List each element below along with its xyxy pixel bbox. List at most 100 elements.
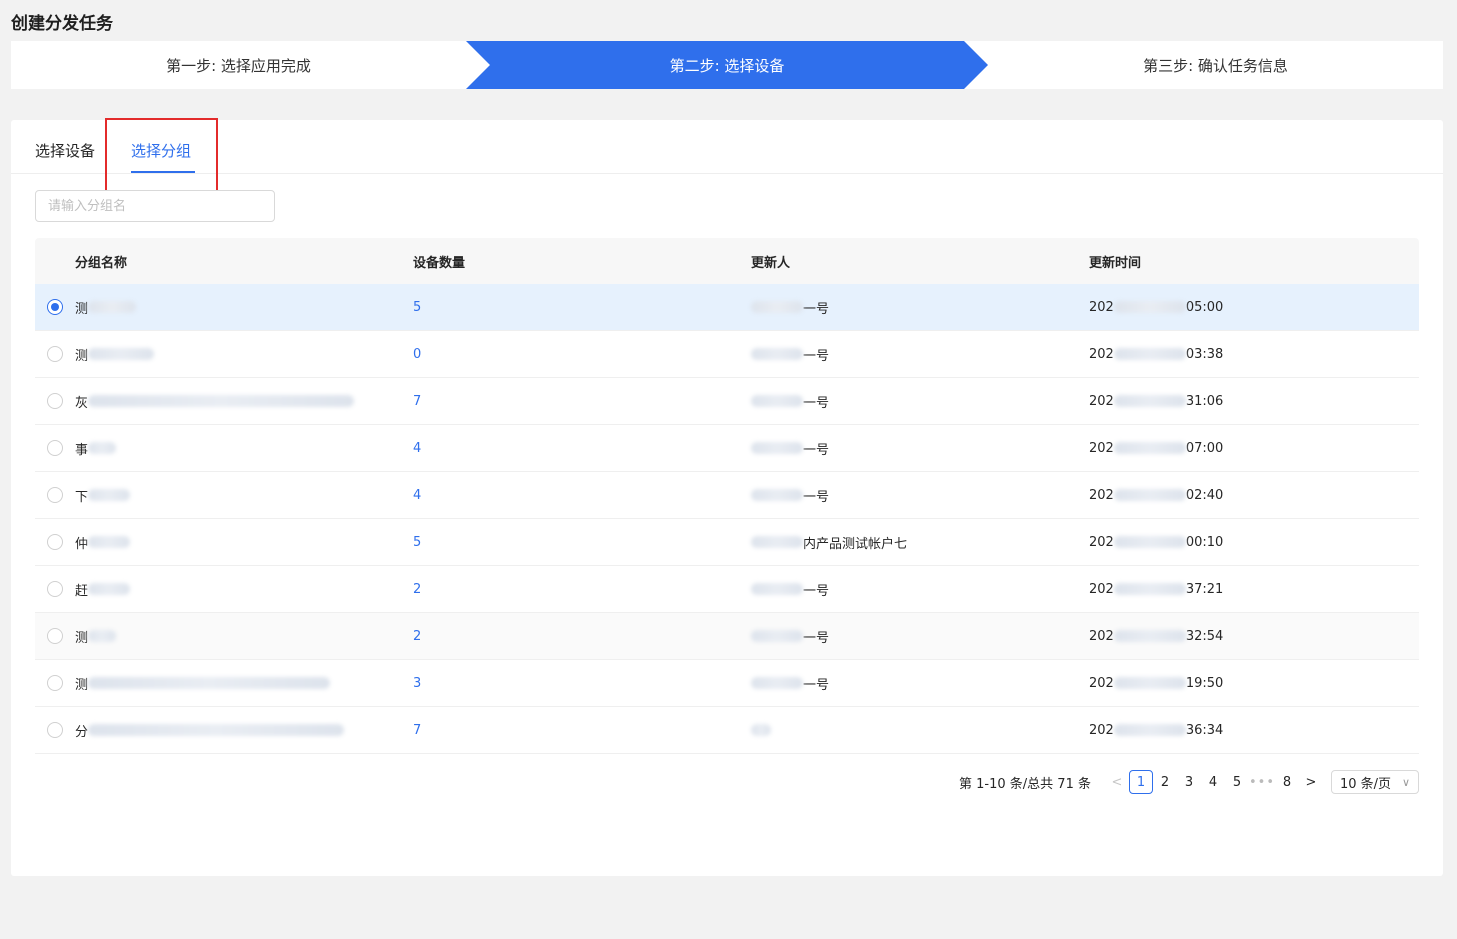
tab-select-devices[interactable]: 选择设备	[35, 140, 95, 161]
device-count-link[interactable]: 3	[413, 676, 421, 691]
redacted-text	[1113, 395, 1186, 407]
row-radio-button[interactable]	[47, 534, 63, 550]
row-group-name-text: 事	[75, 442, 89, 458]
row-updater: 一号	[751, 580, 1089, 599]
device-count-link[interactable]: 7	[413, 394, 421, 409]
pagination-next-button[interactable]: >	[1299, 770, 1323, 794]
page-size-value: 10 条/页	[1340, 776, 1392, 792]
row-radio-button[interactable]	[47, 722, 63, 738]
redacted-text	[751, 395, 803, 407]
row-updater	[751, 724, 1089, 736]
row-device-count: 4	[413, 488, 751, 503]
row-select-cell	[35, 628, 75, 644]
row-select-cell	[35, 393, 75, 409]
row-update-time: 202 03:38	[1089, 347, 1419, 362]
row-updater-text: 一号	[803, 630, 830, 646]
row-select-cell	[35, 487, 75, 503]
pagination-page-1[interactable]: 1	[1128, 770, 1153, 794]
pagination-page-last[interactable]: 8	[1275, 770, 1299, 794]
row-update-time: 202 02:40	[1089, 488, 1419, 503]
group-name-search-input[interactable]	[35, 190, 275, 222]
page-size-select[interactable]: 10 条/页 ∨	[1331, 770, 1419, 794]
row-radio-button[interactable]	[47, 440, 63, 456]
row-select-cell	[35, 346, 75, 362]
table-row[interactable]: 测 0 一号 202 03:38	[35, 331, 1419, 378]
pagination-total: 第 1-10 条/总共 71 条	[959, 776, 1091, 792]
row-updater: 一号	[751, 345, 1089, 364]
row-group-name: 测	[75, 674, 413, 693]
table-row[interactable]: 事 4 一号 202 07:00	[35, 425, 1419, 472]
row-updater: 内产品测试帐户七	[751, 533, 1089, 552]
row-group-name: 事	[75, 439, 413, 458]
row-group-name: 分	[75, 721, 413, 740]
device-count-link[interactable]: 4	[413, 488, 421, 503]
row-radio-button[interactable]	[47, 675, 63, 691]
redacted-text	[751, 536, 803, 548]
row-group-name-text: 测	[75, 630, 89, 646]
row-time-suffix: 19:50	[1185, 675, 1224, 691]
device-count-link[interactable]: 7	[413, 723, 421, 738]
row-time-prefix: 202	[1089, 581, 1114, 597]
row-time-prefix: 202	[1089, 346, 1114, 362]
device-count-link[interactable]: 2	[413, 582, 421, 597]
row-updater: 一号	[751, 674, 1089, 693]
table-row[interactable]: 测 3 一号 202 19:50	[35, 660, 1419, 707]
table-row[interactable]: 仲 5 内产品测试帐户七 202 00:10	[35, 519, 1419, 566]
row-select-cell	[35, 534, 75, 550]
redacted-text	[751, 630, 803, 642]
header-device-count: 设备数量	[413, 255, 466, 271]
table-row[interactable]: 测 2 一号 202 32:54	[35, 613, 1419, 660]
table-row[interactable]: 赶 2 一号 202 37:21	[35, 566, 1419, 613]
row-radio-button[interactable]	[47, 487, 63, 503]
device-count-link[interactable]: 5	[413, 300, 421, 315]
row-radio-button[interactable]	[47, 299, 63, 315]
pagination-page-4[interactable]: 4	[1201, 770, 1225, 794]
device-count-link[interactable]: 4	[413, 441, 421, 456]
row-time-suffix: 32:54	[1185, 628, 1224, 644]
row-time-prefix: 202	[1089, 675, 1114, 691]
row-updater: 一号	[751, 439, 1089, 458]
tab-select-groups[interactable]: 选择分组	[131, 140, 191, 161]
header-group-name: 分组名称	[75, 255, 128, 271]
row-time-suffix: 31:06	[1185, 393, 1224, 409]
pagination-prev-button[interactable]: <	[1105, 770, 1129, 794]
pagination-page-3[interactable]: 3	[1177, 770, 1201, 794]
row-radio-button[interactable]	[47, 393, 63, 409]
row-group-name-text: 仲	[75, 536, 89, 552]
pagination-ellipsis[interactable]: •••	[1249, 770, 1275, 794]
device-count-link[interactable]: 2	[413, 629, 421, 644]
row-radio-button[interactable]	[47, 346, 63, 362]
table-row[interactable]: 灰 7 一号 202 31:06	[35, 378, 1419, 425]
table-header: 分组名称 设备数量 更新人 更新时间	[35, 238, 1419, 284]
row-group-name: 仲	[75, 533, 413, 552]
redacted-text	[88, 677, 331, 689]
table-row[interactable]: 分 7 202 36:34	[35, 707, 1419, 754]
row-time-prefix: 202	[1089, 628, 1114, 644]
row-select-cell	[35, 440, 75, 456]
row-group-name-text: 赶	[75, 583, 89, 599]
row-updater: 一号	[751, 627, 1089, 646]
row-update-time: 202 07:00	[1089, 441, 1419, 456]
device-count-link[interactable]: 5	[413, 535, 421, 550]
row-radio-button[interactable]	[47, 628, 63, 644]
tab-bar: 选择设备 选择分组	[11, 118, 1443, 192]
redacted-text	[88, 395, 355, 407]
redacted-text	[751, 724, 771, 736]
row-time-suffix: 00:10	[1185, 534, 1224, 550]
device-count-link[interactable]: 0	[413, 347, 421, 362]
row-group-name: 赶	[75, 580, 413, 599]
row-group-name-text: 灰	[75, 395, 89, 411]
pagination-page-2[interactable]: 2	[1153, 770, 1177, 794]
row-time-suffix: 07:00	[1185, 440, 1224, 456]
table-row[interactable]: 下 4 一号 202 02:40	[35, 472, 1419, 519]
row-radio-button[interactable]	[47, 581, 63, 597]
row-update-time: 202 00:10	[1089, 535, 1419, 550]
content-card: 选择设备 选择分组 分组名称 设备数量 更新人 更新时间 测5一号20205:0…	[11, 118, 1443, 876]
row-update-time: 202 32:54	[1089, 629, 1419, 644]
row-device-count: 7	[413, 394, 751, 409]
table-row[interactable]: 测 5 一号 202 05:00	[35, 284, 1419, 331]
pagination: 第 1-10 条/总共 71 条 < 1 2 3 4 5 ••• 8 > 10 …	[11, 770, 1419, 794]
pagination-page-5[interactable]: 5	[1225, 770, 1249, 794]
row-time-prefix: 202	[1089, 440, 1114, 456]
redacted-text	[88, 348, 155, 360]
